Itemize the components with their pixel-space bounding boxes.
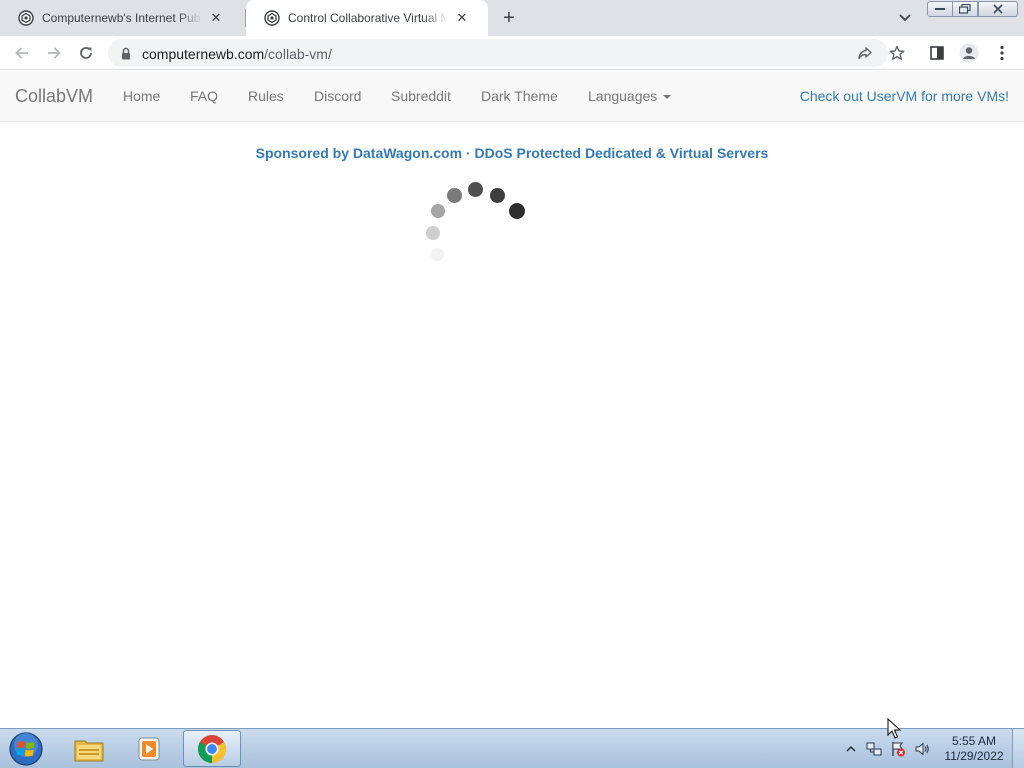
url-text[interactable]: computernewb.com/collab-vm/ bbox=[142, 46, 332, 62]
window-close-button[interactable] bbox=[978, 1, 1018, 17]
tab-title: Computernewb's Internet Pub Hu bbox=[42, 11, 202, 25]
screen: Computernewb's Internet Pub Hu ✕ Control… bbox=[0, 0, 1024, 768]
window-restore-button[interactable] bbox=[952, 1, 978, 17]
nav-subreddit[interactable]: Subreddit bbox=[391, 88, 451, 104]
window-minimize-button[interactable] bbox=[927, 1, 953, 17]
clock-time: 5:55 AM bbox=[951, 734, 997, 748]
share-icon[interactable] bbox=[856, 44, 874, 62]
spinner-dot bbox=[447, 188, 462, 203]
action-center-icon[interactable] bbox=[890, 741, 906, 757]
spinner-dot bbox=[509, 203, 525, 219]
url-host: computernewb.com bbox=[142, 46, 265, 62]
url-path: /collab-vm/ bbox=[264, 46, 332, 62]
spinner-dot bbox=[426, 226, 440, 240]
nav-dark-theme[interactable]: Dark Theme bbox=[481, 88, 558, 104]
media-player-icon[interactable] bbox=[120, 730, 178, 767]
nav-languages-dropdown[interactable]: Languages bbox=[588, 88, 672, 104]
nav-discord[interactable]: Discord bbox=[314, 88, 361, 104]
computernewb-favicon-icon bbox=[18, 10, 34, 26]
taskbar-clock[interactable]: 5:55 AM 11/29/2022 bbox=[938, 734, 1010, 764]
tab-collab-vm[interactable]: Control Collaborative Virtual Mac ✕ bbox=[246, 0, 488, 36]
nav-home[interactable]: Home bbox=[123, 88, 160, 104]
side-panel-icon[interactable] bbox=[925, 41, 949, 65]
profile-avatar-icon[interactable] bbox=[957, 41, 981, 65]
site-navbar: CollabVM Home FAQ Rules Discord Subreddi… bbox=[0, 71, 1024, 122]
show-hidden-icons-icon[interactable] bbox=[843, 741, 859, 757]
tab-strip: Computernewb's Internet Pub Hu ✕ Control… bbox=[0, 0, 1024, 36]
chrome-icon[interactable] bbox=[183, 730, 241, 767]
back-arrow-icon[interactable] bbox=[10, 41, 34, 65]
windows-taskbar: 5:55 AM 11/29/2022 bbox=[0, 728, 1024, 768]
clock-date: 11/29/2022 bbox=[944, 749, 1004, 763]
languages-label: Languages bbox=[588, 88, 658, 104]
show-desktop-button[interactable] bbox=[1012, 729, 1024, 768]
nav-faq[interactable]: FAQ bbox=[190, 88, 218, 104]
collabvm-favicon-icon bbox=[264, 10, 280, 26]
spinner-dot bbox=[431, 248, 444, 261]
close-tab-icon[interactable]: ✕ bbox=[454, 10, 470, 26]
spinner-dot bbox=[468, 182, 483, 197]
sponsor-banner-link[interactable]: Sponsored by DataWagon.com · DDoS Protec… bbox=[0, 145, 1024, 161]
new-tab-button[interactable]: + bbox=[498, 7, 520, 29]
network-icon[interactable] bbox=[866, 741, 882, 757]
lock-icon[interactable] bbox=[119, 46, 133, 60]
windows-explorer-icon[interactable] bbox=[60, 730, 118, 767]
close-tab-icon[interactable]: ✕ bbox=[208, 10, 224, 26]
tab-search-chevron-icon[interactable] bbox=[896, 9, 914, 27]
forward-arrow-icon[interactable] bbox=[42, 41, 66, 65]
reload-icon[interactable] bbox=[74, 41, 98, 65]
start-button[interactable] bbox=[6, 730, 46, 768]
uservm-link[interactable]: Check out UserVM for more VMs! bbox=[800, 88, 1009, 104]
browser-toolbar: computernewb.com/collab-vm/ bbox=[0, 36, 1024, 70]
nav-rules[interactable]: Rules bbox=[248, 88, 284, 104]
site-brand[interactable]: CollabVM bbox=[15, 86, 93, 107]
loading-spinner-icon bbox=[420, 178, 530, 268]
tab-title: Control Collaborative Virtual Mac bbox=[288, 11, 448, 25]
volume-icon[interactable] bbox=[914, 741, 930, 757]
browser-menu-icon[interactable] bbox=[990, 41, 1014, 65]
bookmark-star-icon[interactable] bbox=[888, 44, 906, 62]
mouse-cursor-icon bbox=[887, 717, 902, 740]
spinner-dot bbox=[431, 204, 445, 218]
tab-computernewb-pub[interactable]: Computernewb's Internet Pub Hu ✕ bbox=[0, 0, 246, 36]
spinner-dot bbox=[490, 188, 505, 203]
caret-down-icon bbox=[663, 95, 672, 100]
address-bar[interactable]: computernewb.com/collab-vm/ bbox=[108, 39, 905, 67]
